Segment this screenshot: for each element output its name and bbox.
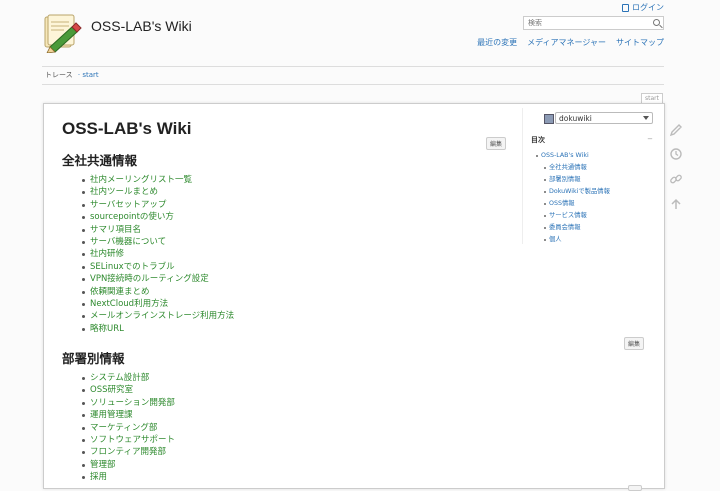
search-icon[interactable] <box>653 19 660 26</box>
toc-item[interactable]: 部署別情報 <box>536 174 610 186</box>
sitemap-link[interactable]: サイトマップ <box>616 37 664 48</box>
list-item[interactable]: 社内メーリングリスト一覧 <box>82 174 234 186</box>
arrow-up-icon[interactable] <box>669 196 683 210</box>
page-content: OSS-LAB's Wiki 編集 全社共通情報 社内メーリングリスト一覧 社内… <box>43 103 665 491</box>
media-manager-link[interactable]: メディアマネージャー <box>527 37 606 48</box>
list-item[interactable]: OSS研究室 <box>82 384 175 396</box>
list-item[interactable]: ソリューション開発部 <box>82 397 175 409</box>
link-icon[interactable] <box>669 171 683 185</box>
list-item[interactable]: VPN接続時のルーティング設定 <box>82 273 234 285</box>
breadcrumb-label: トレース <box>45 71 73 79</box>
namespace-select[interactable]: dokuwiki <box>544 112 653 124</box>
pencil-icon[interactable] <box>669 122 683 137</box>
toc-title[interactable]: 目次 <box>531 135 545 145</box>
site-title[interactable]: OSS-LAB's Wiki <box>91 18 192 34</box>
breadcrumb: トレース · start <box>45 70 99 80</box>
list-item[interactable]: 社内研修 <box>82 248 234 260</box>
header-divider <box>42 66 664 67</box>
list-item[interactable]: NextCloud利用方法 <box>82 298 234 310</box>
list-item[interactable]: ソフトウェアサポート <box>82 434 175 446</box>
login-label: ログイン <box>632 3 664 12</box>
toc-item[interactable]: サービス情報 <box>536 210 610 222</box>
list-item[interactable]: 依頼関連まとめ <box>82 286 234 298</box>
edit-section-button[interactable]: 編集 <box>486 137 507 150</box>
search-box[interactable] <box>523 16 664 30</box>
list-item[interactable]: 採用 <box>82 471 175 483</box>
breadcrumb-divider <box>42 84 664 85</box>
list-item[interactable]: マーケティング部 <box>82 422 175 434</box>
department-info-list: システム設計部 OSS研究室 ソリューション開発部 運用管理課 マーケティング部… <box>82 372 175 484</box>
list-item[interactable]: フロンティア開発部 <box>82 446 175 458</box>
list-item[interactable]: 社内ツールまとめ <box>82 186 234 198</box>
site-logo[interactable] <box>42 13 82 54</box>
chevron-down-icon <box>643 116 649 120</box>
toc-item[interactable]: OSS-LAB's Wiki <box>536 150 610 162</box>
toc-item[interactable]: DokuWikiで製品情報 <box>536 186 610 198</box>
section-heading-common: 全社共通情報 <box>62 154 138 168</box>
section-heading-departments: 部署別情報 <box>62 352 125 366</box>
toc-item[interactable]: 委員会情報 <box>536 222 610 234</box>
login-link[interactable]: ログイン <box>622 2 664 13</box>
list-item[interactable]: サマリ項目名 <box>82 224 234 236</box>
toc-item[interactable]: OSS情報 <box>536 198 610 210</box>
list-item[interactable]: 運用管理課 <box>82 409 175 421</box>
namespace-select-value: dokuwiki <box>559 114 592 123</box>
toc-item[interactable]: 個人 <box>536 234 610 246</box>
search-input[interactable] <box>528 19 638 27</box>
page-title: OSS-LAB's Wiki <box>62 119 192 138</box>
edit-section-button[interactable]: 編集 <box>624 337 645 350</box>
list-item[interactable]: システム設計部 <box>82 372 175 384</box>
list-item[interactable]: 管理部 <box>82 459 175 471</box>
list-item[interactable]: sourcepointの使い方 <box>82 211 234 223</box>
list-item[interactable]: サーバ機器について <box>82 236 234 248</box>
history-icon[interactable] <box>669 146 683 160</box>
wiki-icon <box>544 114 554 124</box>
login-icon <box>622 3 629 12</box>
toc-collapse-icon[interactable]: − <box>647 135 653 143</box>
toc-list: OSS-LAB's Wiki 全社共通情報 部署別情報 DokuWikiで製品情… <box>536 150 610 246</box>
list-item[interactable]: サーバセットアップ <box>82 199 234 211</box>
edit-section-button[interactable] <box>628 485 642 491</box>
table-of-contents: dokuwiki 目次 − OSS-LAB's Wiki 全社共通情報 部署別情… <box>522 108 661 244</box>
list-item[interactable]: SELinuxでのトラブル <box>82 261 234 273</box>
site-tools: 最近の変更 メディアマネージャー サイトマップ <box>477 37 664 48</box>
common-info-list: 社内メーリングリスト一覧 社内ツールまとめ サーバセットアップ sourcepo… <box>82 174 234 335</box>
recent-changes-link[interactable]: 最近の変更 <box>477 37 517 48</box>
list-item[interactable]: 略称URL <box>82 323 234 335</box>
toc-item[interactable]: 全社共通情報 <box>536 162 610 174</box>
list-item[interactable]: メールオンラインストレージ利用方法 <box>82 310 234 322</box>
breadcrumb-start-link[interactable]: · start <box>78 71 99 79</box>
